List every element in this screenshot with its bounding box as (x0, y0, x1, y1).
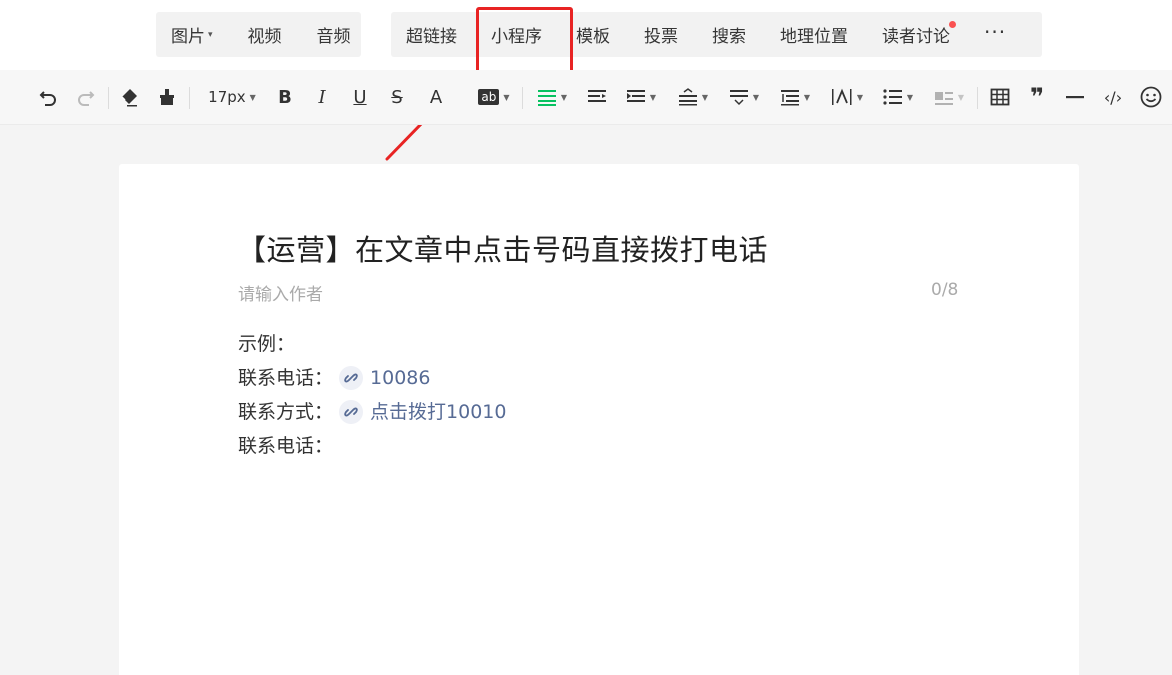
caret-down-icon: ▼ (701, 92, 709, 102)
reader-discussion-button[interactable]: 读者讨论 (882, 12, 956, 57)
article-title[interactable]: 【运营】在文章中点击号码直接拨打电话 (237, 227, 768, 269)
template-button[interactable]: 模板 (576, 12, 610, 57)
line-text: 联系方式： (238, 401, 334, 423)
separator (108, 87, 109, 109)
quote-icon[interactable]: ❞ (1025, 83, 1049, 111)
text-line: 示例： (238, 327, 506, 361)
table-icon[interactable] (988, 84, 1012, 110)
bullet-list-icon[interactable]: ▼ (880, 84, 916, 110)
separator (522, 87, 523, 109)
caret-down-icon: ▼ (649, 92, 657, 102)
separator (189, 87, 190, 109)
font-size-select[interactable]: 17px ▼ (203, 84, 261, 110)
caret-down-icon: ▼ (957, 92, 965, 102)
line-height-icon[interactable]: ▼ (776, 84, 814, 110)
editor-paper: 【运营】在文章中点击号码直接拨打电话 请输入作者 0/8 示例： 联系电话： 1… (119, 164, 1079, 675)
image-button[interactable]: 图片 ▾ (171, 12, 213, 57)
media-group: 图片 ▾ 视频 音频 (156, 12, 361, 57)
format-painter-icon[interactable] (155, 84, 179, 110)
line-spacing-bottom-icon[interactable]: ▼ (725, 84, 763, 110)
format-toolbar: 17px ▼ B I U S A ab ▼ ▼ ▼ ▼ ▼ ▼ ▼ ▼ ▼ ❞ ‹/… (0, 70, 1172, 125)
font-size-value: 17px (208, 88, 246, 106)
separator (977, 87, 978, 109)
location-button[interactable]: 地理位置 (780, 12, 848, 57)
notification-dot (949, 21, 956, 28)
letter-spacing-icon[interactable]: ▼ (828, 84, 866, 110)
caret-down-icon: ▼ (803, 92, 811, 102)
video-button[interactable]: 视频 (248, 12, 282, 57)
editor-body[interactable]: 示例： 联系电话： 10086 联系方式： 点击拨打10010 联系电话： (238, 327, 506, 463)
text-line: 联系方式： 点击拨打10010 (238, 395, 506, 429)
image-button-label: 图片 (171, 27, 205, 47)
redo-icon[interactable] (74, 84, 98, 110)
phone-link[interactable]: 10086 (370, 361, 430, 395)
font-color-button[interactable]: A (424, 84, 448, 110)
insert-group: 超链接 小程序 模板 投票 搜索 地理位置 读者讨论 ··· (391, 12, 1042, 57)
vote-button[interactable]: 投票 (644, 12, 678, 57)
insert-toolbar: 图片 ▾ 视频 音频 超链接 小程序 模板 投票 搜索 地理位置 读者讨论 ··… (0, 0, 1172, 70)
author-input[interactable]: 请输入作者 (238, 280, 323, 305)
audio-button[interactable]: 音频 (317, 12, 351, 57)
search-button[interactable]: 搜索 (712, 12, 746, 57)
caret-down-icon: ▾ (208, 29, 213, 40)
reader-discussion-label: 读者讨论 (882, 27, 950, 47)
hyperlink-button[interactable]: 超链接 (406, 12, 457, 57)
highlight-icon: ab (478, 89, 500, 105)
line-spacing-top-icon[interactable]: ▼ (674, 84, 712, 110)
emoji-icon[interactable] (1138, 84, 1164, 110)
text-line: 联系电话： (238, 429, 506, 463)
divider-icon[interactable] (1063, 84, 1087, 110)
caret-down-icon: ▼ (503, 92, 510, 102)
indent-icon[interactable]: ▼ (622, 84, 660, 110)
underline-button[interactable]: U (349, 84, 371, 110)
caret-down-icon: ▼ (856, 92, 864, 102)
line-text: 联系电话： (238, 435, 334, 457)
more-button[interactable]: ··· (984, 9, 1006, 54)
italic-button[interactable]: I (311, 84, 333, 110)
caret-down-icon: ▼ (752, 92, 760, 102)
line-text: 示例： (238, 333, 296, 355)
mini-program-link-icon (339, 366, 364, 390)
caret-down-icon: ▼ (560, 92, 568, 102)
align-left-icon[interactable]: ▼ (534, 84, 570, 110)
phone-link[interactable]: 点击拨打10010 (370, 395, 506, 429)
undo-icon[interactable] (36, 84, 60, 110)
caret-down-icon: ▼ (906, 92, 914, 102)
float-image-icon[interactable]: ▼ (931, 84, 967, 110)
author-char-counter: 0/8 (931, 280, 959, 300)
line-text: 联系电话： (238, 367, 334, 389)
mini-program-link-icon (339, 400, 364, 424)
highlight-color-button[interactable]: ab ▼ (474, 84, 514, 110)
code-icon[interactable]: ‹/› (1099, 84, 1127, 110)
text-line: 联系电话： 10086 (238, 361, 506, 395)
mini-program-button[interactable]: 小程序 (491, 12, 542, 57)
bold-button[interactable]: B (274, 84, 296, 110)
caret-down-icon: ▼ (249, 92, 256, 102)
strikethrough-button[interactable]: S (386, 84, 408, 110)
indent-right-icon[interactable] (585, 84, 609, 110)
eraser-icon[interactable] (117, 84, 141, 110)
